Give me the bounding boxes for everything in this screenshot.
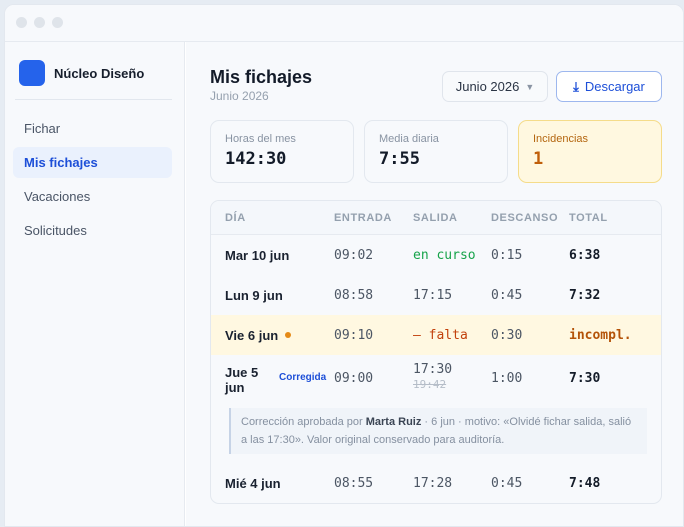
cell-descanso: 0:15 [491, 247, 523, 263]
brand-name: Núcleo Diseño [54, 65, 145, 81]
column-header-salida: SALIDA [413, 212, 458, 224]
cell-total: 6:38 [569, 247, 601, 263]
warning-dot-icon [285, 332, 292, 338]
sidebar-divider [15, 99, 172, 100]
column-header-dia: DÍA [225, 212, 246, 224]
cell-day: Lun 9 jun [225, 287, 283, 303]
sidebar-item-solicitudes[interactable]: Solicitudes [13, 215, 172, 246]
cell-salida-corrected: 17:30 [413, 362, 453, 377]
stat-value: 1 [533, 149, 544, 169]
stat-label: Horas del mes [225, 133, 296, 145]
brand: Núcleo Diseño [19, 60, 144, 86]
download-button-label: Descargar [584, 79, 645, 94]
app-window: Núcleo Diseño Fichar Mis fichajes Vacaci… [4, 4, 684, 527]
cell-descanso: 1:00 [491, 371, 523, 386]
cell-total-incompleto: incompl. [569, 327, 632, 343]
window-maximize-dot[interactable] [52, 17, 63, 28]
timesheet-table: DÍA ENTRADA SALIDA DESCANSO TOTAL Mar 10… [210, 200, 662, 504]
column-header-descanso: DESCANSO [491, 212, 559, 224]
table-header: DÍA ENTRADA SALIDA DESCANSO TOTAL [211, 201, 661, 235]
cell-entrada: 08:58 [334, 287, 374, 303]
cell-descanso: 0:45 [491, 287, 523, 303]
main-content: Mis fichajes Junio 2026 Junio 2026 ▼ ⤓ D… [186, 42, 683, 526]
stat-value: 7:55 [379, 149, 420, 169]
month-select[interactable]: Junio 2026 ▼ [442, 71, 548, 102]
stat-value: 142:30 [225, 149, 287, 169]
sidebar-item-fichar[interactable]: Fichar [13, 113, 172, 144]
stat-card-media: Media diaria 7:55 [364, 120, 508, 183]
cell-entrada: 09:10 [334, 327, 374, 343]
stat-label: Incidencias [533, 133, 589, 145]
sidebar: Núcleo Diseño Fichar Mis fichajes Vacaci… [5, 42, 185, 526]
download-icon: ⤓ [573, 78, 579, 94]
cell-salida: 17:30 19:42 [413, 362, 452, 392]
page-title: Mis fichajes [210, 67, 313, 87]
cell-day: Jue 5 jun [225, 365, 258, 395]
cell-salida-original: 19:42 [413, 378, 447, 391]
note-approver: Marta Ruiz [365, 416, 422, 428]
page-subtitle: Junio 2026 [210, 89, 269, 103]
column-header-total: TOTAL [569, 212, 608, 224]
cell-salida-falta: — falta [413, 327, 468, 343]
cell-day: Mié 4 jun [225, 475, 281, 491]
table-row-incidencia[interactable]: Vie 6 jun 09:10 — falta 0:30 incompl. [211, 315, 661, 355]
month-select-value: Junio 2026 [455, 79, 520, 94]
cell-entrada: 08:55 [334, 475, 374, 491]
cell-day-line2: jun [225, 380, 245, 395]
stat-card-incidencias[interactable]: Incidencias 1 [518, 120, 662, 183]
column-header-entrada: ENTRADA [334, 212, 392, 224]
sidebar-item-vacaciones[interactable]: Vacaciones [13, 181, 172, 212]
cell-day: Vie 6 jun [225, 315, 292, 355]
stat-card-horas: Horas del mes 142:30 [210, 120, 354, 183]
note-prefix: Corrección aprobada por [241, 416, 366, 428]
window-close-dot[interactable] [16, 17, 27, 28]
title-bar [5, 5, 683, 42]
cell-total: 7:30 [569, 371, 601, 386]
cell-salida: 17:15 [413, 287, 453, 303]
stat-label: Media diaria [379, 133, 439, 145]
cell-entrada: 09:00 [334, 371, 374, 386]
cell-descanso: 0:30 [491, 327, 523, 343]
cell-descanso: 0:45 [491, 475, 523, 491]
cell-salida: 17:28 [413, 475, 453, 491]
correction-note: Corrección aprobada por Marta Ruiz · 6 j… [229, 408, 647, 454]
brand-logo [19, 60, 45, 86]
corrected-badge: Corregida [279, 372, 327, 383]
chevron-down-icon: ▼ [525, 81, 535, 92]
cell-total: 7:48 [569, 475, 601, 491]
cell-day-line1: Jue 5 [225, 365, 259, 380]
table-row-corregida[interactable]: Jue 5 jun Corregida 09:00 17:30 19:42 1:… [211, 355, 661, 407]
cell-day-label: Vie 6 jun [225, 327, 279, 343]
sidebar-item-mis-fichajes[interactable]: Mis fichajes [13, 147, 172, 178]
cell-day: Mar 10 jun [225, 247, 290, 263]
table-row[interactable]: Mar 10 jun 09:02 en curso 0:15 6:38 [211, 235, 661, 275]
download-button[interactable]: ⤓ Descargar [556, 71, 662, 102]
table-row[interactable]: Lun 9 jun 08:58 17:15 0:45 7:32 [211, 275, 661, 315]
window-minimize-dot[interactable] [34, 17, 45, 28]
cell-total: 7:32 [569, 287, 601, 303]
cell-entrada: 09:02 [334, 247, 374, 263]
cell-salida: en curso [413, 247, 476, 263]
sidebar-nav: Fichar Mis fichajes Vacaciones Solicitud… [13, 113, 172, 249]
table-row[interactable]: Mié 4 jun 08:55 17:28 0:45 7:48 [211, 463, 661, 503]
